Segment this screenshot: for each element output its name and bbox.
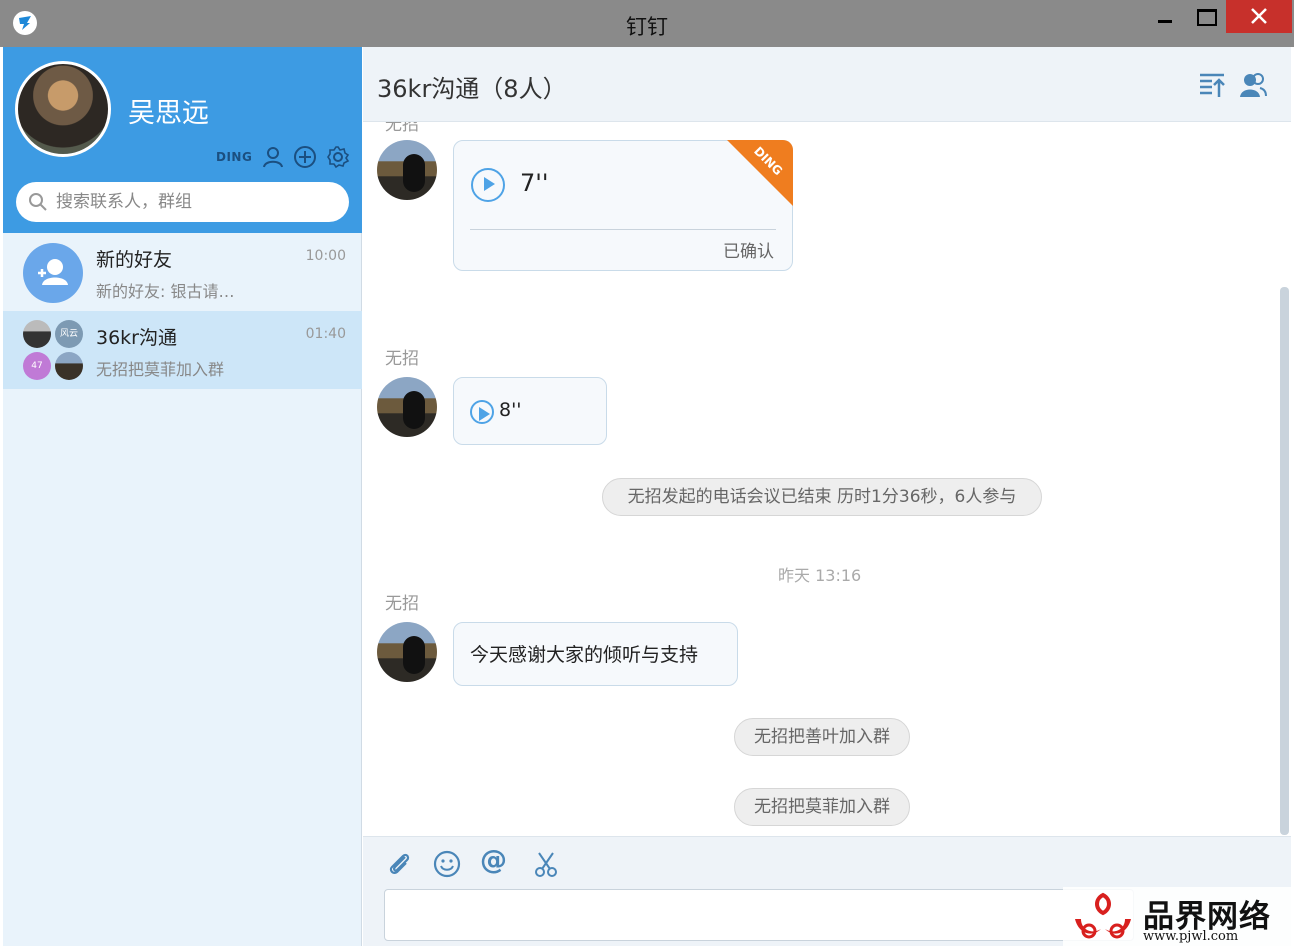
member-avatar <box>55 352 83 380</box>
ding-button[interactable]: DING <box>216 150 252 164</box>
chat-title: 36kr沟通（8人） <box>377 75 567 103</box>
close-icon <box>1251 8 1267 24</box>
contacts-icon[interactable] <box>261 145 285 169</box>
profile-panel: 吴思远 DING <box>3 47 362 233</box>
conversation-time: 01:40 <box>305 326 346 342</box>
conversation-item-36kr[interactable]: 风云 47 36kr沟通 01:40 无招把莫菲加入群 <box>3 311 362 389</box>
text-message[interactable]: 今天感谢大家的倾听与支持 <box>453 622 738 686</box>
mention-icon[interactable]: @ <box>480 845 510 876</box>
member-avatar: 风云 <box>55 320 83 348</box>
watermark: 品界网络 www.pjwl.com <box>1063 887 1293 947</box>
maximize-button[interactable] <box>1190 0 1222 34</box>
voice-message-ding[interactable]: 7'' DING 已确认 <box>453 140 793 271</box>
conversation-preview: 无招把莫菲加入群 <box>96 360 225 379</box>
group-avatar: 风云 47 <box>23 320 85 382</box>
ding-status: 已确认 <box>723 242 774 262</box>
user-avatar[interactable] <box>15 61 111 157</box>
search-icon <box>29 193 47 211</box>
divider <box>470 229 776 230</box>
message-sender: 无招 <box>385 594 419 614</box>
message-sender: 无招 <box>385 122 419 135</box>
conversation-name: 36kr沟通 <box>96 327 177 349</box>
message-timestamp: 昨天 13:16 <box>778 566 862 585</box>
conversation-preview: 新的好友: 银古请… <box>96 282 235 301</box>
play-voice-icon[interactable] <box>471 168 505 202</box>
sidebar: 吴思远 DING 搜索联系人，群组 新的好友 10:00 新的好友: 银古请… … <box>3 47 362 946</box>
group-members-icon[interactable] <box>1239 71 1267 99</box>
watermark-logo-icon <box>1075 892 1131 939</box>
search-box <box>16 182 349 222</box>
conversation-name: 新的好友 <box>96 249 173 271</box>
voice-duration: 7'' <box>520 169 549 197</box>
settings-gear-icon[interactable] <box>326 145 350 169</box>
search-input[interactable] <box>56 186 336 218</box>
voice-duration: 8'' <box>499 399 522 421</box>
member-avatar: 47 <box>23 352 51 380</box>
user-name: 吴思远 <box>128 98 209 129</box>
voice-message[interactable]: 8'' <box>453 377 607 445</box>
add-friend-icon <box>38 259 68 285</box>
window-title: 钉钉 <box>626 15 668 39</box>
chat-header: 36kr沟通（8人） <box>363 47 1291 122</box>
system-message: 无招把莫菲加入群 <box>734 788 910 826</box>
message-input-box <box>384 889 1134 941</box>
sender-avatar[interactable] <box>377 140 437 200</box>
attachment-icon[interactable] <box>385 849 415 879</box>
sender-avatar[interactable] <box>377 377 437 437</box>
message-sender: 无招 <box>385 349 419 369</box>
message-list: 无招 7'' DING 已确认 无招 8'' 无招发起的电话会议已结束 历时1分… <box>363 122 1279 836</box>
message-input[interactable] <box>385 890 1133 940</box>
minimize-button[interactable] <box>1150 0 1182 34</box>
screenshot-scissors-icon[interactable] <box>531 849 561 879</box>
title-bar: 钉钉 <box>0 0 1294 47</box>
system-message: 无招把善叶加入群 <box>734 718 910 756</box>
conversation-time: 10:00 <box>305 248 346 264</box>
close-button[interactable] <box>1226 0 1292 33</box>
sender-avatar[interactable] <box>377 622 437 682</box>
system-message: 无招发起的电话会议已结束 历时1分36秒，6人参与 <box>602 478 1042 516</box>
new-friend-avatar <box>23 243 83 303</box>
message-scrollbar[interactable] <box>1280 287 1289 835</box>
pin-to-top-icon[interactable] <box>1198 71 1226 99</box>
member-avatar <box>23 320 51 348</box>
conversation-list: 新的好友 10:00 新的好友: 银古请… 风云 47 36kr沟通 01:40… <box>3 233 362 389</box>
chat-panel: 36kr沟通（8人） 无招 7'' DING 已确认 无招 8'' 无招发起的电… <box>363 47 1291 946</box>
watermark-url: www.pjwl.com <box>1143 929 1239 944</box>
ding-badge: DING <box>727 140 793 206</box>
add-icon[interactable] <box>293 145 317 169</box>
conversation-item-new-friends[interactable]: 新的好友 10:00 新的好友: 银古请… <box>3 233 362 311</box>
play-voice-icon[interactable] <box>470 400 494 424</box>
emoji-icon[interactable] <box>432 849 462 879</box>
